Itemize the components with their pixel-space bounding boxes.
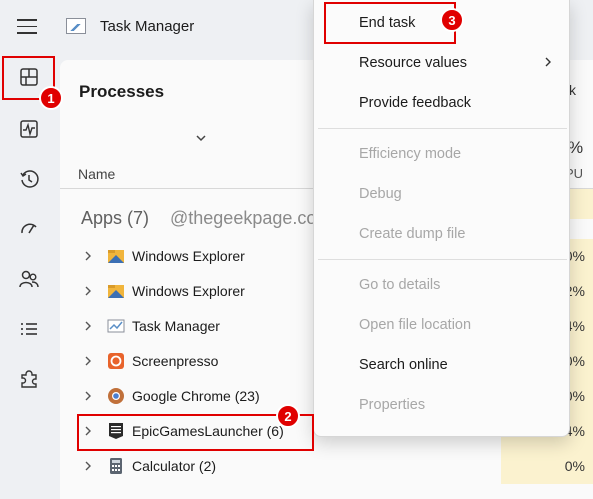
services-puzzle-icon — [21, 370, 37, 388]
left-navigation — [0, 56, 58, 499]
menu-item-open-file-location[interactable]: Open file location — [359, 317, 471, 333]
nav-performance[interactable] — [14, 114, 44, 144]
startup-speedometer-icon — [21, 223, 37, 234]
expand-chevron-icon[interactable] — [84, 286, 92, 296]
expand-chevron-icon[interactable] — [84, 251, 92, 261]
watermark-text: @thegeekpage.com — [170, 208, 332, 228]
folder-icon — [108, 285, 124, 298]
process-name: Windows Explorer — [132, 248, 245, 264]
hamburger-menu-icon[interactable] — [17, 19, 37, 35]
expand-chevron-icon[interactable] — [84, 356, 92, 366]
page-title: Processes — [79, 82, 165, 101]
menu-item-provide-feedback[interactable]: Provide feedback — [359, 95, 471, 111]
task-manager-app-icon — [66, 18, 86, 34]
submenu-chevron-right-icon — [545, 57, 551, 67]
nav-services[interactable] — [14, 364, 44, 394]
users-icon — [19, 270, 39, 288]
menu-item-search-online[interactable]: Search online — [359, 357, 448, 373]
expand-chevron-icon[interactable] — [84, 391, 92, 401]
menu-separator — [318, 259, 567, 260]
app-history-icon — [20, 170, 39, 188]
window-title: Task Manager — [100, 18, 195, 35]
nav-app-history[interactable] — [14, 164, 44, 194]
step-badge-2: 2 — [276, 404, 300, 428]
menu-separator — [318, 128, 567, 129]
highlight-box-end-task — [324, 2, 456, 44]
chrome-icon — [108, 388, 124, 404]
menu-item-create-dump-file[interactable]: Create dump file — [359, 226, 465, 242]
nav-startup-apps[interactable] — [14, 214, 44, 244]
process-name: Screenpresso — [132, 353, 219, 369]
apps-group-label: Apps (7) — [81, 208, 150, 228]
process-context-menu: End task Resource values Provide feedbac… — [313, 0, 570, 437]
performance-icon — [20, 120, 38, 138]
menu-item-efficiency-mode[interactable]: Efficiency mode — [359, 146, 461, 162]
expand-chevron-icon[interactable] — [84, 461, 92, 471]
process-name: Google Chrome (23) — [132, 388, 260, 404]
menu-item-go-to-details[interactable]: Go to details — [359, 277, 440, 293]
process-name: Windows Explorer — [132, 283, 245, 299]
expand-chevron-icon[interactable] — [84, 321, 92, 331]
details-list-icon — [21, 323, 37, 335]
menu-item-resource-values[interactable]: Resource values — [359, 55, 467, 71]
task-manager-icon — [107, 319, 125, 333]
screenpresso-icon — [108, 353, 124, 369]
process-name: Task Manager — [132, 318, 220, 334]
menu-item-properties[interactable]: Properties — [359, 397, 425, 413]
table-row[interactable]: Calculator (2) — [60, 449, 500, 484]
menu-item-debug[interactable]: Debug — [359, 186, 402, 202]
cpu-cell: 0% — [501, 449, 593, 484]
folder-icon — [108, 250, 124, 263]
collapse-chevron-down-icon[interactable] — [195, 132, 207, 144]
nav-details[interactable] — [14, 314, 44, 344]
toolbar-fragment: k — [569, 82, 576, 98]
process-name: Calculator (2) — [132, 458, 217, 474]
step-badge-1: 1 — [39, 86, 63, 110]
step-badge-3: 3 — [440, 8, 464, 32]
calculator-icon — [110, 458, 122, 474]
cpu-percent-header: % — [568, 138, 584, 157]
name-column-header[interactable]: Name — [78, 166, 115, 182]
nav-users[interactable] — [14, 264, 44, 294]
cpu-value: 0% — [564, 458, 585, 474]
